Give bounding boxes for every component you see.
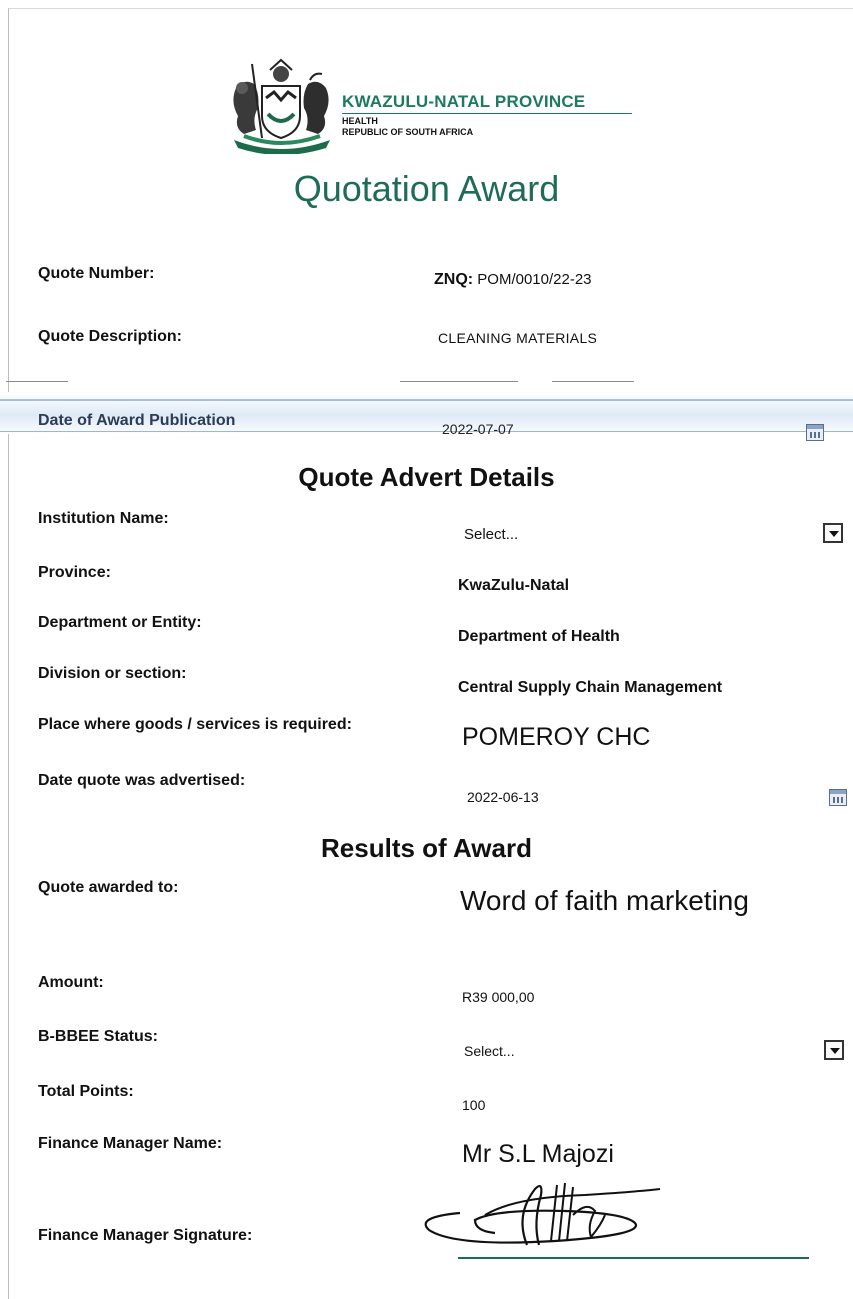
advertised-date-label: Date quote was advertised: [38,772,246,789]
department-name: HEALTH [342,116,378,126]
results-heading: Results of Award [321,833,532,863]
division-label: Division or section: [38,665,187,682]
province-label: Province: [38,564,111,581]
amount-value[interactable]: R39 000,00 [462,989,534,1005]
calendar-icon[interactable] [806,424,824,441]
advertised-date-field[interactable]: 2022-06-13 [467,789,539,805]
award-publication-label: Date of Award Publication [38,412,236,429]
province-value[interactable]: KwaZulu-Natal [458,577,569,595]
logo-rule [342,113,632,114]
department-value[interactable]: Department of Health [458,628,620,646]
total-points-value[interactable]: 100 [462,1097,485,1113]
total-points-label: Total Points: [38,1083,134,1100]
finance-manager-name-label: Finance Manager Name: [38,1135,223,1152]
quote-description-label: Quote Description: [38,328,183,345]
institution-name-select[interactable]: Select... [464,526,518,543]
quote-number-prefix: ZNQ: [434,271,474,288]
calendar-icon[interactable] [829,789,847,806]
advert-details-heading: Quote Advert Details [298,462,555,492]
signature-line [458,1257,809,1259]
coat-of-arms-icon [233,58,330,154]
divider [6,381,68,382]
quote-number-field[interactable]: ZNQ: POM/0010/22-23 [434,271,592,289]
page-title: Quotation Award [293,168,560,209]
province-logo: KWAZULU-NATAL PROVINCE HEALTH REPUBLIC O… [226,58,646,158]
awarded-to-value[interactable]: Word of faith marketing [460,885,749,917]
scan-line [0,399,853,401]
chevron-down-icon[interactable] [823,523,843,543]
bbbee-label: B-BBEE Status: [38,1028,159,1045]
amount-label: Amount: [38,974,104,991]
place-label: Place where goods / services is required… [38,716,352,733]
quote-number-label: Quote Number: [38,265,155,282]
country-name: REPUBLIC OF SOUTH AFRICA [342,127,474,137]
quote-description-value[interactable]: CLEANING MATERIALS [438,330,597,346]
divider [552,381,634,382]
division-value[interactable]: Central Supply Chain Management [458,679,722,697]
award-publication-date-field[interactable]: 2022-07-07 [442,421,514,437]
department-label: Department or Entity: [38,614,202,631]
place-value[interactable]: POMEROY CHC [462,723,650,752]
province-name: KWAZULU-NATAL PROVINCE [342,92,586,111]
institution-name-label: Institution Name: [38,510,169,527]
chevron-down-icon[interactable] [824,1040,844,1060]
bbbee-select[interactable]: Select... [464,1043,515,1059]
quote-number-value: POM/0010/22-23 [477,271,592,288]
awarded-to-label: Quote awarded to: [38,879,179,896]
divider [400,381,518,382]
scan-line [0,431,853,432]
finance-manager-signature-label: Finance Manager Signature: [38,1227,253,1244]
finance-manager-name-value[interactable]: Mr S.L Majozi [462,1140,614,1169]
handwritten-signature [424,1182,661,1246]
